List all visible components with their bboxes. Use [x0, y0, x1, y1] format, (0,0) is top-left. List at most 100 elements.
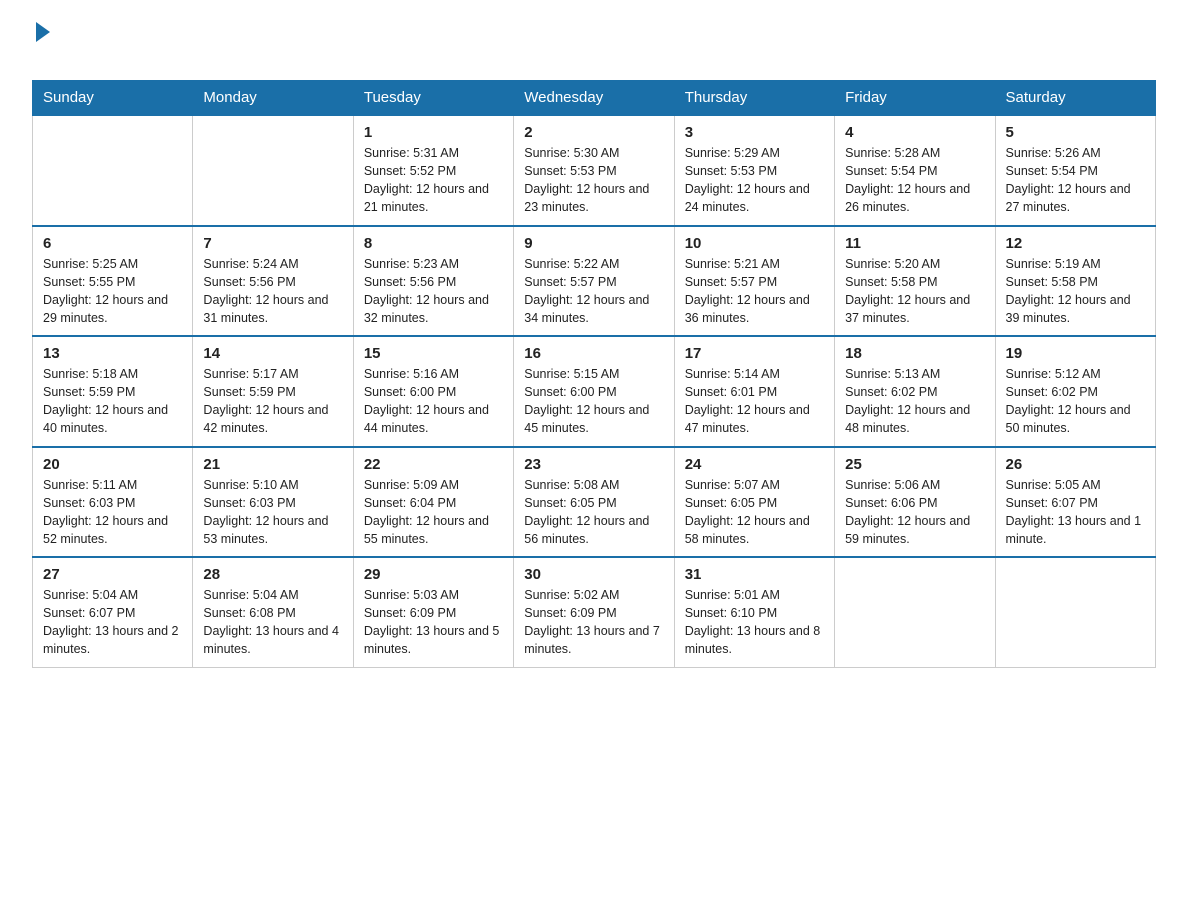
- day-info: Sunrise: 5:18 AMSunset: 5:59 PMDaylight:…: [43, 367, 168, 435]
- day-number: 1: [364, 124, 503, 141]
- week-row-3: 13 Sunrise: 5:18 AMSunset: 5:59 PMDaylig…: [33, 336, 1156, 447]
- day-cell: 2 Sunrise: 5:30 AMSunset: 5:53 PMDayligh…: [514, 115, 674, 226]
- day-number: 5: [1006, 124, 1145, 141]
- week-row-4: 20 Sunrise: 5:11 AMSunset: 6:03 PMDaylig…: [33, 447, 1156, 558]
- day-cell: 18 Sunrise: 5:13 AMSunset: 6:02 PMDaylig…: [835, 336, 995, 447]
- day-cell: 10 Sunrise: 5:21 AMSunset: 5:57 PMDaylig…: [674, 226, 834, 337]
- weekday-header-monday: Monday: [193, 81, 353, 116]
- day-cell: 3 Sunrise: 5:29 AMSunset: 5:53 PMDayligh…: [674, 115, 834, 226]
- day-info: Sunrise: 5:29 AMSunset: 5:53 PMDaylight:…: [685, 146, 810, 214]
- day-number: 7: [203, 235, 342, 252]
- day-cell: 28 Sunrise: 5:04 AMSunset: 6:08 PMDaylig…: [193, 557, 353, 667]
- day-info: Sunrise: 5:22 AMSunset: 5:57 PMDaylight:…: [524, 257, 649, 325]
- day-cell: 24 Sunrise: 5:07 AMSunset: 6:05 PMDaylig…: [674, 447, 834, 558]
- day-info: Sunrise: 5:21 AMSunset: 5:57 PMDaylight:…: [685, 257, 810, 325]
- day-cell: 5 Sunrise: 5:26 AMSunset: 5:54 PMDayligh…: [995, 115, 1155, 226]
- day-info: Sunrise: 5:02 AMSunset: 6:09 PMDaylight:…: [524, 588, 660, 656]
- day-info: Sunrise: 5:26 AMSunset: 5:54 PMDaylight:…: [1006, 146, 1131, 214]
- day-cell: [193, 115, 353, 226]
- day-info: Sunrise: 5:12 AMSunset: 6:02 PMDaylight:…: [1006, 367, 1131, 435]
- day-cell: [995, 557, 1155, 667]
- day-number: 14: [203, 345, 342, 362]
- day-cell: 16 Sunrise: 5:15 AMSunset: 6:00 PMDaylig…: [514, 336, 674, 447]
- day-cell: 9 Sunrise: 5:22 AMSunset: 5:57 PMDayligh…: [514, 226, 674, 337]
- day-cell: [33, 115, 193, 226]
- day-cell: 31 Sunrise: 5:01 AMSunset: 6:10 PMDaylig…: [674, 557, 834, 667]
- day-info: Sunrise: 5:17 AMSunset: 5:59 PMDaylight:…: [203, 367, 328, 435]
- week-row-1: 1 Sunrise: 5:31 AMSunset: 5:52 PMDayligh…: [33, 115, 1156, 226]
- day-number: 8: [364, 235, 503, 252]
- day-cell: 30 Sunrise: 5:02 AMSunset: 6:09 PMDaylig…: [514, 557, 674, 667]
- day-cell: 19 Sunrise: 5:12 AMSunset: 6:02 PMDaylig…: [995, 336, 1155, 447]
- day-info: Sunrise: 5:15 AMSunset: 6:00 PMDaylight:…: [524, 367, 649, 435]
- day-number: 6: [43, 235, 182, 252]
- day-info: Sunrise: 5:20 AMSunset: 5:58 PMDaylight:…: [845, 257, 970, 325]
- day-cell: 14 Sunrise: 5:17 AMSunset: 5:59 PMDaylig…: [193, 336, 353, 447]
- day-number: 3: [685, 124, 824, 141]
- day-info: Sunrise: 5:19 AMSunset: 5:58 PMDaylight:…: [1006, 257, 1131, 325]
- day-number: 11: [845, 235, 984, 252]
- weekday-header-row: SundayMondayTuesdayWednesdayThursdayFrid…: [33, 81, 1156, 116]
- day-number: 25: [845, 456, 984, 473]
- day-cell: [835, 557, 995, 667]
- day-cell: 8 Sunrise: 5:23 AMSunset: 5:56 PMDayligh…: [353, 226, 513, 337]
- day-number: 30: [524, 566, 663, 583]
- day-info: Sunrise: 5:04 AMSunset: 6:07 PMDaylight:…: [43, 588, 179, 656]
- day-number: 27: [43, 566, 182, 583]
- day-number: 24: [685, 456, 824, 473]
- day-number: 26: [1006, 456, 1145, 473]
- day-number: 20: [43, 456, 182, 473]
- day-cell: 23 Sunrise: 5:08 AMSunset: 6:05 PMDaylig…: [514, 447, 674, 558]
- weekday-header-friday: Friday: [835, 81, 995, 116]
- day-number: 12: [1006, 235, 1145, 252]
- weekday-header-sunday: Sunday: [33, 81, 193, 116]
- calendar-table: SundayMondayTuesdayWednesdayThursdayFrid…: [32, 80, 1156, 668]
- day-number: 23: [524, 456, 663, 473]
- day-number: 17: [685, 345, 824, 362]
- logo: [32, 24, 50, 70]
- weekday-header-tuesday: Tuesday: [353, 81, 513, 116]
- day-cell: 4 Sunrise: 5:28 AMSunset: 5:54 PMDayligh…: [835, 115, 995, 226]
- day-info: Sunrise: 5:03 AMSunset: 6:09 PMDaylight:…: [364, 588, 500, 656]
- day-cell: 6 Sunrise: 5:25 AMSunset: 5:55 PMDayligh…: [33, 226, 193, 337]
- day-cell: 22 Sunrise: 5:09 AMSunset: 6:04 PMDaylig…: [353, 447, 513, 558]
- day-info: Sunrise: 5:07 AMSunset: 6:05 PMDaylight:…: [685, 478, 810, 546]
- day-info: Sunrise: 5:06 AMSunset: 6:06 PMDaylight:…: [845, 478, 970, 546]
- week-row-5: 27 Sunrise: 5:04 AMSunset: 6:07 PMDaylig…: [33, 557, 1156, 667]
- day-number: 16: [524, 345, 663, 362]
- day-info: Sunrise: 5:10 AMSunset: 6:03 PMDaylight:…: [203, 478, 328, 546]
- day-number: 9: [524, 235, 663, 252]
- day-number: 19: [1006, 345, 1145, 362]
- day-number: 21: [203, 456, 342, 473]
- day-info: Sunrise: 5:09 AMSunset: 6:04 PMDaylight:…: [364, 478, 489, 546]
- day-info: Sunrise: 5:13 AMSunset: 6:02 PMDaylight:…: [845, 367, 970, 435]
- day-number: 10: [685, 235, 824, 252]
- day-info: Sunrise: 5:11 AMSunset: 6:03 PMDaylight:…: [43, 478, 168, 546]
- weekday-header-wednesday: Wednesday: [514, 81, 674, 116]
- day-info: Sunrise: 5:24 AMSunset: 5:56 PMDaylight:…: [203, 257, 328, 325]
- day-cell: 15 Sunrise: 5:16 AMSunset: 6:00 PMDaylig…: [353, 336, 513, 447]
- page-header: [32, 24, 1156, 70]
- day-info: Sunrise: 5:14 AMSunset: 6:01 PMDaylight:…: [685, 367, 810, 435]
- weekday-header-thursday: Thursday: [674, 81, 834, 116]
- day-cell: 29 Sunrise: 5:03 AMSunset: 6:09 PMDaylig…: [353, 557, 513, 667]
- day-info: Sunrise: 5:16 AMSunset: 6:00 PMDaylight:…: [364, 367, 489, 435]
- day-info: Sunrise: 5:01 AMSunset: 6:10 PMDaylight:…: [685, 588, 821, 656]
- day-info: Sunrise: 5:05 AMSunset: 6:07 PMDaylight:…: [1006, 478, 1142, 546]
- day-info: Sunrise: 5:08 AMSunset: 6:05 PMDaylight:…: [524, 478, 649, 546]
- day-info: Sunrise: 5:30 AMSunset: 5:53 PMDaylight:…: [524, 146, 649, 214]
- day-info: Sunrise: 5:04 AMSunset: 6:08 PMDaylight:…: [203, 588, 339, 656]
- day-info: Sunrise: 5:25 AMSunset: 5:55 PMDaylight:…: [43, 257, 168, 325]
- day-number: 18: [845, 345, 984, 362]
- day-cell: 13 Sunrise: 5:18 AMSunset: 5:59 PMDaylig…: [33, 336, 193, 447]
- weekday-header-saturday: Saturday: [995, 81, 1155, 116]
- day-cell: 11 Sunrise: 5:20 AMSunset: 5:58 PMDaylig…: [835, 226, 995, 337]
- day-number: 4: [845, 124, 984, 141]
- day-cell: 25 Sunrise: 5:06 AMSunset: 6:06 PMDaylig…: [835, 447, 995, 558]
- day-number: 28: [203, 566, 342, 583]
- day-number: 13: [43, 345, 182, 362]
- day-cell: 1 Sunrise: 5:31 AMSunset: 5:52 PMDayligh…: [353, 115, 513, 226]
- week-row-2: 6 Sunrise: 5:25 AMSunset: 5:55 PMDayligh…: [33, 226, 1156, 337]
- day-cell: 7 Sunrise: 5:24 AMSunset: 5:56 PMDayligh…: [193, 226, 353, 337]
- day-info: Sunrise: 5:23 AMSunset: 5:56 PMDaylight:…: [364, 257, 489, 325]
